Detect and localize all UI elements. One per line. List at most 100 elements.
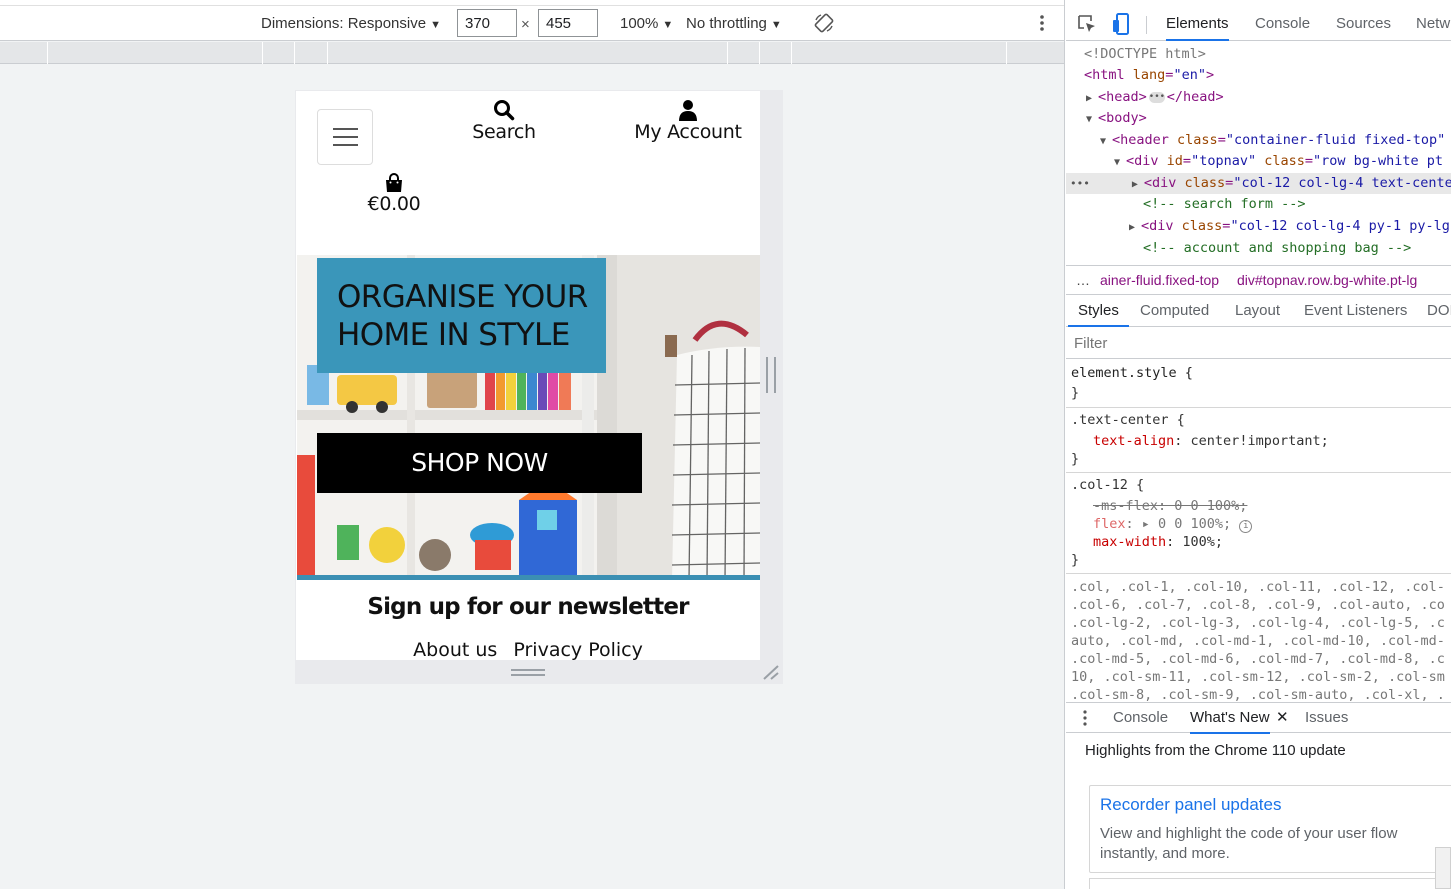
dom-node-comment[interactable]: <!-- account and shopping bag --> bbox=[1066, 238, 1451, 259]
rule-selector: .col-12 { bbox=[1071, 477, 1145, 493]
hero-title: ORGANISE YOUR HOME IN STYLE bbox=[317, 258, 606, 373]
header-class-attr: class bbox=[1177, 132, 1218, 148]
doctype-text: <!DOCTYPE html> bbox=[1084, 46, 1206, 62]
drawer-tab-console[interactable]: Console bbox=[1113, 703, 1168, 734]
throttling-dropdown[interactable]: No throttling ▼ bbox=[686, 6, 782, 41]
whats-new-heading: Highlights from the Chrome 110 update bbox=[1085, 742, 1346, 759]
breadcrumb-item[interactable]: ainer-fluid.fixed-top bbox=[1100, 272, 1219, 288]
tab-layout[interactable]: Layout bbox=[1235, 296, 1280, 327]
prop-name: max-width bbox=[1093, 534, 1167, 550]
rule-declaration[interactable]: flex: ▸ 0 0 100%; i bbox=[1093, 515, 1253, 533]
breadcrumb-item[interactable]: div#topnav.row.bg-white.pt-lg bbox=[1237, 272, 1417, 288]
tab-console[interactable]: Console bbox=[1255, 6, 1310, 41]
ellipsis-badge[interactable]: ••• bbox=[1148, 91, 1165, 103]
info-icon[interactable]: i bbox=[1239, 520, 1253, 533]
search-link[interactable]: Search bbox=[466, 99, 542, 143]
tab-event-listeners[interactable]: Event Listeners bbox=[1304, 296, 1407, 327]
caret-down-icon: ▼ bbox=[770, 19, 782, 31]
rule-declaration[interactable]: text-align: center!important; bbox=[1093, 432, 1329, 450]
filter-input[interactable] bbox=[1074, 329, 1444, 357]
rule-selector: .text-center { bbox=[1071, 412, 1185, 428]
drawer-tab-issues[interactable]: Issues bbox=[1305, 703, 1348, 734]
tab-computed[interactable]: Computed bbox=[1140, 296, 1209, 327]
device-toggle-icon[interactable] bbox=[1111, 12, 1131, 36]
styles-pane: element.style { } .text-center { text-al… bbox=[1066, 360, 1451, 702]
collapse-triangle-icon[interactable]: ▼ bbox=[1086, 109, 1098, 130]
more-options-icon[interactable] bbox=[1034, 12, 1050, 34]
width-input[interactable] bbox=[457, 9, 517, 37]
dom-node-header[interactable]: ▼ <header class="container-fluid fixed-to… bbox=[1066, 130, 1451, 151]
drawer-menu-icon[interactable] bbox=[1082, 708, 1088, 728]
rule-text-center[interactable]: .text-center { text-align: center!import… bbox=[1066, 408, 1451, 473]
drawer-tab-whats-new[interactable]: What's New bbox=[1190, 703, 1270, 734]
tab-sources[interactable]: Sources bbox=[1336, 6, 1391, 41]
shopping-bag-icon bbox=[386, 173, 402, 192]
user-icon bbox=[679, 100, 697, 121]
div-tag: <div bbox=[1143, 175, 1177, 191]
tab-network[interactable]: Netw bbox=[1416, 6, 1450, 41]
dimensions-dropdown[interactable]: Dimensions: Responsive ▼ bbox=[261, 6, 441, 41]
class-val: "row bg-white pt bbox=[1313, 153, 1444, 169]
comment-search: <!-- search form --> bbox=[1143, 196, 1306, 212]
selector-line: .col-sm-8, .col-sm-9, .col-sm-auto, .col… bbox=[1071, 687, 1445, 702]
dom-node-topnav[interactable]: ▼ <div id="topnav" class="row bg-white pt bbox=[1066, 151, 1451, 172]
ruler-tick bbox=[759, 42, 760, 64]
ruler-tick bbox=[262, 42, 263, 64]
div-tag: <div bbox=[1141, 218, 1174, 234]
tab-styles[interactable]: Styles bbox=[1068, 296, 1129, 327]
node-actions-icon[interactable]: ••• bbox=[1070, 177, 1090, 190]
dom-node-doctype[interactable]: <!DOCTYPE html> bbox=[1066, 44, 1451, 65]
my-account-link[interactable]: My Account bbox=[626, 99, 750, 143]
selector-line: .col-md-5, .col-md-6, .col-md-7, .col-md… bbox=[1071, 651, 1445, 667]
dom-node-selected[interactable]: ••• ▶ <div class="col-12 col-lg-4 text-cen… bbox=[1066, 173, 1451, 194]
dom-node-html[interactable]: <html lang="en"> bbox=[1066, 65, 1451, 86]
inspect-element-icon[interactable] bbox=[1077, 14, 1097, 34]
shopping-bag-link[interactable]: €0.00 bbox=[356, 173, 432, 215]
newsletter-heading[interactable]: Sign up for our newsletter bbox=[296, 594, 760, 620]
expand-triangle-icon[interactable]: ▶ bbox=[1129, 217, 1141, 238]
comment-account: <!-- account and shopping bag --> bbox=[1143, 240, 1412, 256]
device-viewport: Search My Account €0.00 ORGANISE YOUR HO… bbox=[296, 91, 760, 660]
dom-node-comment[interactable]: <!-- search form --> bbox=[1066, 194, 1451, 215]
tab-elements[interactable]: Elements bbox=[1166, 6, 1229, 41]
header-tag: <header bbox=[1112, 132, 1169, 148]
selector-text: element.style { bbox=[1071, 365, 1193, 381]
rule-col-list[interactable]: .col, .col-1, .col-10, .col-11, .col-12,… bbox=[1066, 574, 1451, 702]
scrollbar[interactable] bbox=[1435, 847, 1451, 889]
rule-declaration[interactable]: max-width: 100%; bbox=[1093, 533, 1223, 551]
privacy-link[interactable]: Privacy Policy bbox=[513, 639, 642, 660]
rule-element-style[interactable]: element.style { } bbox=[1066, 360, 1451, 408]
html-lang-val: "en" bbox=[1173, 67, 1206, 83]
close-icon[interactable]: ✕ bbox=[1276, 703, 1289, 733]
dom-node-head[interactable]: ▶ <head> ••• </head> bbox=[1066, 87, 1451, 108]
collapse-triangle-icon[interactable]: ▼ bbox=[1114, 152, 1126, 173]
html-lang-attr: lang bbox=[1132, 67, 1166, 83]
rule-col-12[interactable]: .col-12 { -ms-flex: 0 0 100%; flex: ▸ 0 … bbox=[1066, 473, 1451, 574]
dom-node-div[interactable]: ▶ <div class="col-12 col-lg-4 py-1 py-lg bbox=[1066, 216, 1451, 237]
collapse-triangle-icon[interactable]: ▼ bbox=[1100, 131, 1112, 152]
height-input[interactable] bbox=[538, 9, 598, 37]
hamburger-bar bbox=[333, 144, 358, 146]
times-sign: × bbox=[521, 16, 530, 33]
resize-corner-icon[interactable] bbox=[760, 663, 782, 683]
menu-toggle-button[interactable] bbox=[317, 109, 373, 165]
account-label: My Account bbox=[634, 121, 742, 143]
rotate-icon[interactable] bbox=[813, 12, 835, 34]
card-title[interactable]: Recorder panel updates bbox=[1100, 795, 1281, 815]
dom-node-body[interactable]: ▼ <body> bbox=[1066, 108, 1451, 129]
expand-triangle-icon[interactable]: ▶ bbox=[1086, 88, 1098, 109]
shop-now-button[interactable]: SHOP NOW bbox=[317, 433, 642, 493]
rule-declaration-overridden[interactable]: -ms-flex: 0 0 100%; bbox=[1093, 497, 1247, 515]
breadcrumb-more[interactable]: … bbox=[1076, 266, 1090, 294]
tab-dom-breakpoints[interactable]: DOI bbox=[1427, 296, 1451, 327]
whats-new-card[interactable]: Recorder panel updates View and highligh… bbox=[1089, 785, 1451, 873]
selector-line: .col, .col-1, .col-10, .col-11, .col-12,… bbox=[1071, 579, 1445, 595]
whats-new-card[interactable] bbox=[1089, 878, 1451, 889]
media-query-ruler[interactable] bbox=[0, 42, 1064, 64]
expand-triangle-icon[interactable]: ▶ bbox=[1132, 174, 1144, 195]
resize-handle-bottom[interactable] bbox=[511, 669, 545, 676]
about-link[interactable]: About us bbox=[413, 639, 497, 660]
zoom-dropdown[interactable]: 100% ▼ bbox=[620, 6, 673, 41]
resize-handle-right[interactable] bbox=[766, 357, 776, 393]
head-tag: <head> bbox=[1098, 89, 1147, 105]
